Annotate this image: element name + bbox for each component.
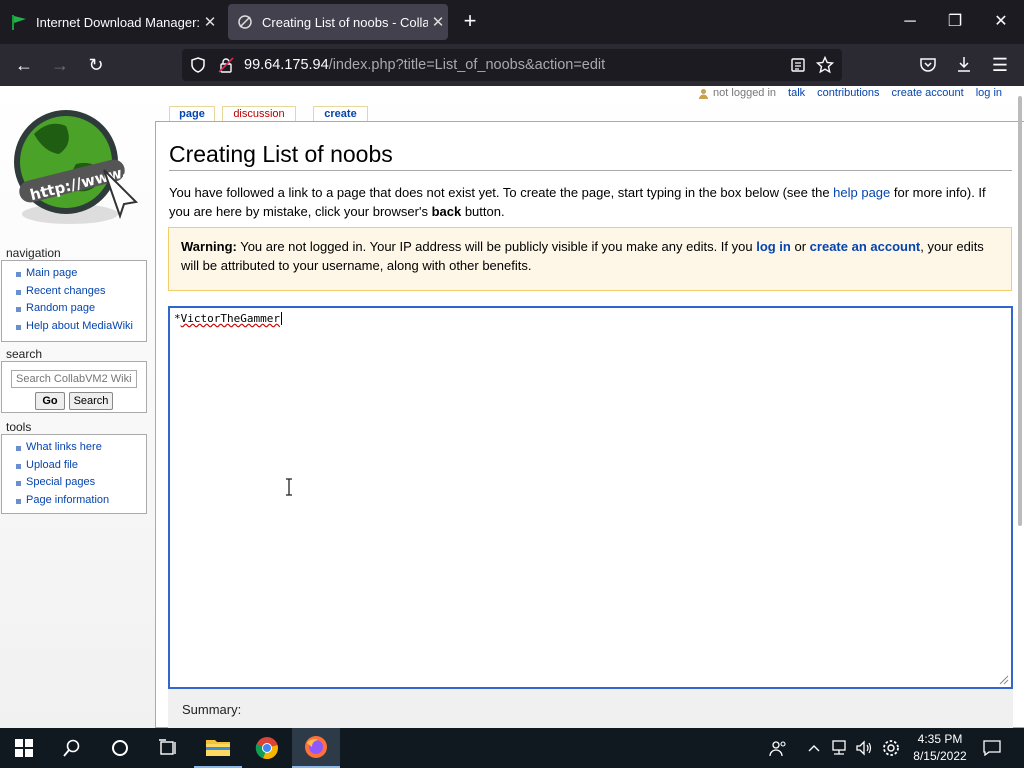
show-hidden-icons-chevron-up-icon[interactable] <box>804 728 824 768</box>
tab-title: Creating List of noobs - Collab <box>262 14 428 30</box>
tools-portlet: What links here Upload file Special page… <box>1 434 147 514</box>
tab-creating-list-of-noobs[interactable]: Creating List of noobs - Collab ✕ <box>228 4 448 40</box>
close-window-button[interactable]: ✕ <box>986 8 1016 36</box>
personal-tools: not logged in talk contributions create … <box>698 87 1002 99</box>
edit-textarea[interactable]: *VictorTheGammer <box>168 306 1013 689</box>
settings-gear-icon[interactable] <box>878 728 904 768</box>
pocket-icon[interactable] <box>919 56 937 74</box>
task-view-icon <box>159 739 176 755</box>
wiki-page: not logged in talk contributions create … <box>0 86 1024 728</box>
navigation-heading: navigation <box>6 246 61 260</box>
cortana-ring-icon <box>112 740 128 756</box>
sidebar-item-special-pages[interactable]: Special pages <box>14 474 146 492</box>
browser-tab-bar: Internet Download Manager: Th ✕ Creating… <box>0 0 1024 44</box>
file-explorer-taskbar[interactable] <box>194 728 242 768</box>
tab-discussion[interactable]: discussion <box>222 106 296 122</box>
network-icon[interactable] <box>827 728 851 768</box>
sidebar-item-upload-file[interactable]: Upload file <box>14 457 146 475</box>
clock-time: 4:35 PM <box>917 732 963 746</box>
tab-page[interactable]: page <box>169 106 215 122</box>
page-scrollbar[interactable] <box>1018 96 1022 526</box>
contributions-link[interactable]: contributions <box>817 87 879 99</box>
sidebar-item-recent-changes[interactable]: Recent changes <box>14 283 146 301</box>
search-portlet: Go Search <box>1 361 147 413</box>
search-input[interactable] <box>11 370 137 388</box>
create-account-link[interactable]: create account <box>892 87 964 99</box>
sidebar-item-help[interactable]: Help about MediaWiki <box>14 318 146 336</box>
back-button[interactable]: ← <box>10 51 38 79</box>
folder-icon <box>206 740 230 756</box>
tab-title: Internet Download Manager: Th <box>36 14 200 30</box>
main-content: Creating List of noobs You have followed… <box>155 121 1024 728</box>
downloads-icon[interactable] <box>955 55 973 73</box>
search-icon <box>63 739 80 757</box>
clock-date: 8/15/2022 <box>913 749 967 763</box>
reload-button[interactable]: ↻ <box>82 51 110 79</box>
cortana-button[interactable] <box>96 728 144 768</box>
navigation-portlet: Main page Recent changes Random page Hel… <box>1 260 147 342</box>
start-button[interactable] <box>0 728 48 768</box>
page-title: Creating List of noobs <box>169 141 1012 171</box>
idm-flag-icon <box>12 15 26 30</box>
windows-logo-icon <box>15 739 33 757</box>
taskbar-clock[interactable]: 4:35 PM 8/15/2022 <box>908 731 972 765</box>
sidebar-item-main-page[interactable]: Main page <box>14 265 146 283</box>
summary-area: Summary: <box>168 689 1013 728</box>
notification-center-icon[interactable] <box>980 728 1004 768</box>
anon-user: not logged in <box>698 87 776 99</box>
sidebar-item-random-page[interactable]: Random page <box>14 300 146 318</box>
sidebar-item-what-links-here[interactable]: What links here <box>14 439 146 457</box>
insecure-lock-icon[interactable] <box>218 57 234 73</box>
close-tab-icon[interactable]: ✕ <box>428 13 448 31</box>
search-button[interactable]: Search <box>69 392 113 410</box>
url-text: 99.64.175.94/index.php?title=List_of_noo… <box>244 57 606 73</box>
firefox-icon <box>305 736 327 758</box>
url-bar[interactable]: 99.64.175.94/index.php?title=List_of_noo… <box>182 49 842 81</box>
forward-button[interactable]: → <box>46 51 74 79</box>
warning-create-account-link[interactable]: create an account <box>810 239 921 254</box>
tab-internet-download-manager[interactable]: Internet Download Manager: Th ✕ <box>4 4 220 40</box>
go-button[interactable]: Go <box>35 392 65 410</box>
not-logged-in-warning: Warning: You are not logged in. Your IP … <box>168 227 1012 291</box>
search-taskbar-button[interactable] <box>48 728 96 768</box>
talk-link[interactable]: talk <box>788 87 805 99</box>
search-heading: search <box>6 347 43 361</box>
site-logo[interactable]: http://www. <box>4 104 144 234</box>
reader-view-icon[interactable] <box>790 57 806 73</box>
wiki-favicon-icon <box>238 15 252 29</box>
restore-button[interactable]: ❐ <box>940 8 970 36</box>
tools-heading: tools <box>6 420 32 434</box>
menu-hamburger-icon[interactable]: ☰ <box>986 51 1014 79</box>
sidebar-item-page-information[interactable]: Page information <box>14 492 146 510</box>
text-cursor-icon <box>286 478 292 496</box>
summary-label: Summary: <box>182 702 242 717</box>
chrome-icon <box>255 737 278 760</box>
browser-nav-bar: ← → ↻ 99.64.175.94/index.php?title=List_… <box>0 44 1024 86</box>
windows-taskbar: 4:35 PM 8/15/2022 <box>0 728 1024 768</box>
shield-icon[interactable] <box>190 57 206 73</box>
volume-icon[interactable] <box>852 728 876 768</box>
user-icon <box>699 88 709 99</box>
login-link[interactable]: log in <box>976 87 1002 99</box>
chrome-taskbar[interactable] <box>243 728 291 768</box>
task-view-button[interactable] <box>144 728 192 768</box>
help-page-link[interactable]: help page <box>833 185 890 200</box>
resize-handle-icon[interactable] <box>997 673 1009 685</box>
editor-content: *VictorTheGammer <box>174 312 282 325</box>
minimize-button[interactable]: ─ <box>895 8 925 36</box>
warning-login-link[interactable]: log in <box>756 239 791 254</box>
intro-text: You have followed a link to a page that … <box>169 185 986 219</box>
tab-create[interactable]: create <box>313 106 368 122</box>
new-tab-button[interactable]: + <box>458 9 482 33</box>
firefox-taskbar[interactable] <box>292 728 340 768</box>
close-tab-icon[interactable]: ✕ <box>200 13 220 31</box>
bookmark-star-icon[interactable] <box>816 56 834 74</box>
people-icon[interactable] <box>764 728 792 768</box>
